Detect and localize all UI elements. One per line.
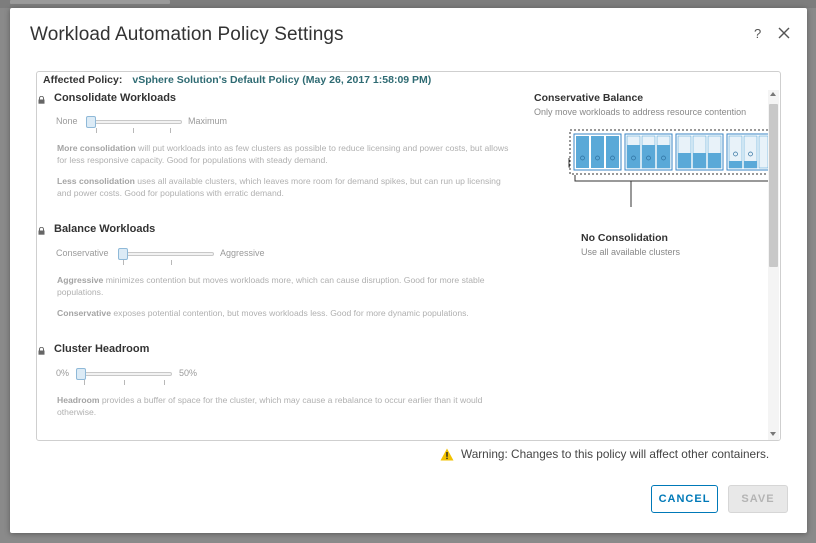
dialog-title: Workload Automation Policy Settings: [30, 24, 344, 45]
slider-track[interactable]: [86, 120, 182, 124]
slider-handle[interactable]: [86, 116, 96, 128]
affected-policy: Affected Policy: vSphere Solution's Defau…: [43, 74, 431, 86]
slider-handle[interactable]: [118, 248, 128, 260]
balance-workloads-title: Balance Workloads: [54, 223, 156, 235]
slider-tick: [84, 380, 85, 385]
scroll-up-arrow[interactable]: [770, 92, 776, 96]
settings-panel: Affected Policy: vSphere Solution's Defau…: [36, 71, 781, 441]
scrollbar-thumb[interactable]: [769, 104, 778, 267]
slider-tick: [171, 260, 172, 265]
less-consolidation-text: Less consolidation uses all available cl…: [57, 176, 501, 198]
cluster-high: [624, 133, 673, 171]
lock-icon: [38, 347, 45, 355]
slider-max-label: 50%: [179, 368, 198, 378]
slider-track[interactable]: [118, 252, 214, 256]
lock-icon: [38, 227, 45, 235]
slider-min-label: 0%: [56, 368, 70, 378]
balance-preview-subtitle: Only move workloads to address resource …: [534, 107, 747, 117]
aggressive-description: Aggressive minimizes contention but move…: [57, 275, 485, 297]
cluster-medium: [675, 133, 724, 171]
affected-policy-label: Affected Policy:: [43, 74, 123, 86]
slider-tick: [96, 128, 97, 133]
more-consolidation-text: More consolidation will put workloads in…: [57, 143, 509, 165]
policy-settings-dialog: Workload Automation Policy Settings ? Af…: [10, 8, 807, 533]
headroom-description: Headroom provides a buffer of space for …: [57, 395, 483, 417]
consolidate-workloads-title: Consolidate Workloads: [54, 92, 177, 104]
cluster-headroom-title: Cluster Headroom: [54, 343, 150, 355]
scroll-down-arrow[interactable]: [770, 432, 776, 436]
lock-icon: [38, 96, 45, 104]
slider-handle[interactable]: [76, 368, 86, 380]
consolidation-preview-title: No Consolidation: [581, 232, 668, 244]
save-button[interactable]: SAVE: [728, 485, 788, 513]
slider-tick: [124, 380, 125, 385]
background-toolbar: [10, 0, 170, 4]
cancel-button[interactable]: CANCEL: [651, 485, 718, 513]
warning-message: Warning: Changes to this policy will aff…: [461, 447, 770, 461]
warning-icon: [440, 448, 454, 461]
balance-preview-title: Conservative Balance: [534, 92, 644, 104]
background-window: [0, 0, 816, 8]
consolidation-preview-subtitle: Use all available clusters: [581, 247, 681, 257]
slider-track[interactable]: [76, 372, 172, 376]
cluster-diagram: [568, 129, 768, 207]
slider-tick: [133, 128, 134, 133]
slider-tick: [123, 260, 124, 265]
slider-min-label: Conservative: [56, 248, 109, 258]
slider-tick: [170, 128, 171, 133]
conservative-description: Conservative exposes potential contentio…: [57, 308, 469, 318]
slider-tick: [164, 380, 165, 385]
slider-max-label: Aggressive: [220, 248, 265, 258]
slider-max-label: Maximum: [188, 116, 228, 126]
cluster-full: [573, 133, 622, 171]
close-icon[interactable]: [776, 25, 792, 41]
affected-policy-name: vSphere Solution's Default Policy (May 2…: [132, 74, 432, 86]
slider-min-label: None: [56, 116, 78, 126]
cluster-low: [726, 133, 768, 171]
help-button[interactable]: ?: [754, 26, 761, 41]
